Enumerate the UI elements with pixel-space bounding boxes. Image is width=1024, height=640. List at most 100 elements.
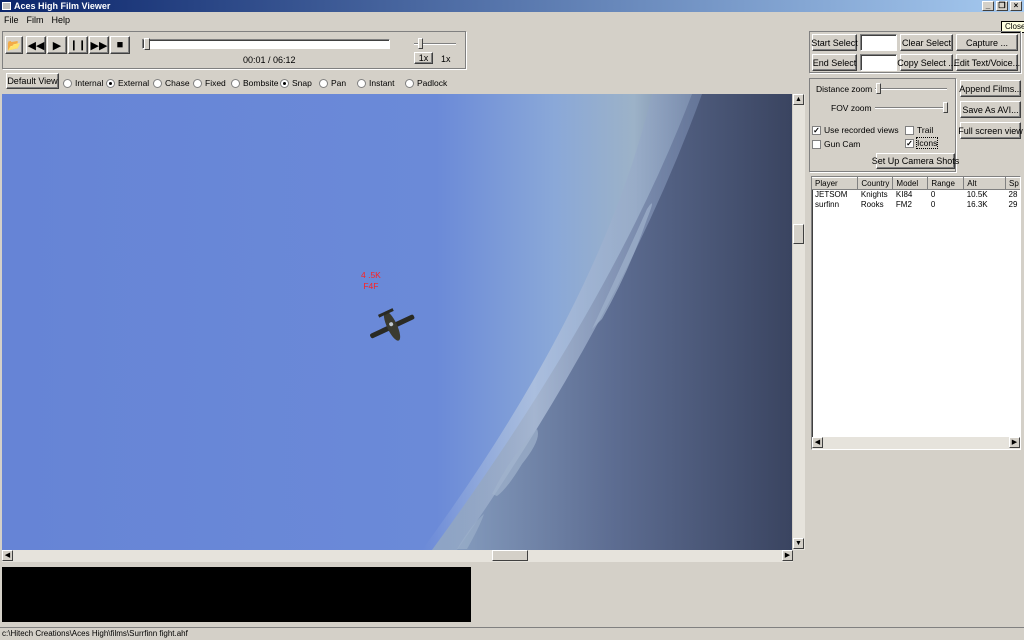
table-cell: Rooks — [860, 200, 884, 209]
scroll-right-icon[interactable]: ▶ — [782, 550, 793, 561]
append-films-button[interactable]: Append Films... — [959, 80, 1022, 97]
radio-dot[interactable] — [319, 78, 328, 88]
fov-zoom-label: FOV zoom — [831, 103, 872, 113]
view-radio-padlock[interactable]: Padlock — [405, 78, 447, 88]
player-table: Player Country Model Range Alt Sp JETSOM… — [812, 177, 1020, 210]
capture-button[interactable]: Capture ... — [956, 34, 1018, 51]
view-radio-fixed[interactable]: Fixed — [193, 78, 226, 88]
start-select-field[interactable] — [860, 34, 897, 51]
vscroll-thumb[interactable] — [793, 224, 804, 244]
player-list[interactable]: Player Country Model Range Alt Sp JETSOM… — [811, 176, 1021, 450]
view-radio-bombsite[interactable]: Bombsite — [231, 78, 278, 88]
radio-dot[interactable] — [153, 78, 162, 88]
table-cell: 28 — [1008, 190, 1018, 200]
column-header[interactable]: Player — [812, 177, 859, 190]
scroll-left-icon[interactable]: ◀ — [812, 437, 823, 448]
save-as-avi-button[interactable]: Save As AVI... — [960, 101, 1021, 118]
menu-help[interactable]: Help — [48, 13, 75, 27]
icons-box[interactable]: ✓ — [905, 138, 914, 148]
use-recorded-views-checkbox[interactable]: ✓ Use recorded views — [812, 125, 899, 135]
radio-dot[interactable] — [280, 78, 289, 88]
menu-film[interactable]: Film — [23, 13, 48, 27]
gun-cam-checkbox[interactable]: Gun Cam — [812, 139, 860, 149]
radio-label: Internal — [75, 78, 104, 88]
copy-select-button[interactable]: Copy Select ... — [897, 54, 956, 71]
table-cell: JETSOM — [815, 190, 848, 200]
viewport-vscrollbar[interactable]: ▲ ▼ — [793, 94, 805, 550]
column-header[interactable]: Range — [927, 177, 965, 190]
app-icon — [2, 2, 11, 10]
play-icon[interactable]: ▶ — [47, 36, 67, 54]
folder-open-icon[interactable]: 📂 — [5, 36, 23, 54]
end-select-field[interactable] — [860, 54, 897, 71]
stop-icon[interactable]: ■ — [110, 36, 130, 54]
edit-text-voice-button[interactable]: Edit Text/Voice... — [954, 54, 1020, 71]
column-header[interactable]: Model — [892, 177, 929, 190]
speed-thumb[interactable] — [418, 38, 423, 49]
table-cell: Knights — [860, 190, 888, 200]
airplane-icon[interactable] — [363, 301, 420, 350]
view-radio-internal[interactable]: Internal — [63, 78, 103, 88]
scroll-down-icon[interactable]: ▼ — [793, 538, 804, 549]
trail-box[interactable] — [905, 125, 914, 135]
radio-dot[interactable] — [231, 78, 240, 88]
speed-reset-button[interactable]: 1x — [414, 52, 433, 64]
table-cell: KI84 — [895, 190, 913, 200]
end-select-button[interactable]: End Select — [812, 54, 857, 71]
full-screen-view-button[interactable]: Full screen view — [958, 122, 1023, 139]
table-row[interactable]: JETSOM Knights KI84 0 10.5K 28 — [812, 190, 1020, 200]
close-button[interactable]: × — [1010, 1, 1022, 11]
trail-checkbox[interactable]: Trail — [905, 125, 933, 135]
player-list-hscrollbar[interactable]: ◀ ▶ — [812, 437, 1020, 449]
radio-dot[interactable] — [357, 78, 366, 88]
radio-label: Fixed — [205, 78, 226, 88]
column-header[interactable]: Alt — [963, 177, 1007, 190]
menu-file[interactable]: File — [0, 13, 23, 27]
radio-dot[interactable] — [405, 78, 414, 88]
table-cell: 10.5K — [966, 190, 988, 200]
timeline-slider[interactable] — [142, 38, 390, 50]
start-select-button[interactable]: Start Select — [811, 34, 858, 51]
default-view-button[interactable]: Default View — [6, 73, 59, 89]
table-row[interactable]: surfinn Rooks FM2 0 16.3K 29 — [812, 200, 1020, 210]
radio-dot[interactable] — [63, 78, 72, 88]
speed-label: 1x — [441, 54, 451, 64]
viewport-hscrollbar[interactable]: ◀ ▶ — [2, 550, 793, 562]
clear-select-button[interactable]: Clear Select — [900, 34, 953, 51]
table-cell: 16.3K — [966, 200, 988, 209]
distance-zoom-slider[interactable] — [875, 88, 947, 90]
rewind-icon[interactable]: ◀◀ — [26, 36, 46, 54]
view-radio-external[interactable]: External — [106, 78, 149, 88]
fast-forward-icon[interactable]: ▶▶ — [89, 36, 109, 54]
use-recorded-views-box[interactable]: ✓ — [812, 125, 821, 135]
column-header[interactable]: Country — [857, 177, 894, 190]
trail-label: Trail — [917, 125, 934, 135]
scroll-right-icon[interactable]: ▶ — [1009, 437, 1020, 448]
set-up-camera-shots-button[interactable]: Set Up Camera Shots — [872, 153, 959, 169]
fov-zoom-thumb[interactable] — [943, 102, 948, 113]
film-viewport[interactable]: 4 .5K F4F — [2, 94, 792, 550]
view-radio-pan[interactable]: Pan — [319, 78, 346, 88]
aircraft-icon-label: 4 .5K F4F — [361, 270, 381, 292]
scroll-left-icon[interactable]: ◀ — [2, 550, 13, 561]
timeline-thumb[interactable] — [144, 38, 150, 50]
icons-checkbox[interactable]: ✓ Icons — [905, 137, 939, 149]
radio-dot[interactable] — [106, 78, 115, 88]
radio-dot[interactable] — [193, 78, 202, 88]
distance-zoom-thumb[interactable] — [876, 83, 881, 94]
pause-icon[interactable]: ❙❙ — [68, 36, 88, 54]
restore-button[interactable]: ❐ — [996, 1, 1008, 11]
radio-label: Instant — [369, 78, 395, 88]
fov-zoom-slider[interactable] — [875, 107, 947, 109]
scroll-up-icon[interactable]: ▲ — [793, 94, 804, 105]
view-radio-chase[interactable]: Chase — [153, 78, 190, 88]
radio-label: Padlock — [417, 78, 448, 88]
gun-cam-box[interactable] — [812, 139, 821, 149]
hscroll-thumb[interactable] — [492, 550, 528, 561]
view-radio-instant[interactable]: Instant — [357, 78, 395, 88]
view-radio-snap[interactable]: Snap — [280, 78, 312, 88]
column-header[interactable]: Sp — [1005, 177, 1020, 190]
scene-graphic — [363, 94, 792, 550]
minimize-button[interactable]: _ — [982, 1, 994, 11]
distance-zoom-label: Distance zoom — [816, 84, 873, 94]
